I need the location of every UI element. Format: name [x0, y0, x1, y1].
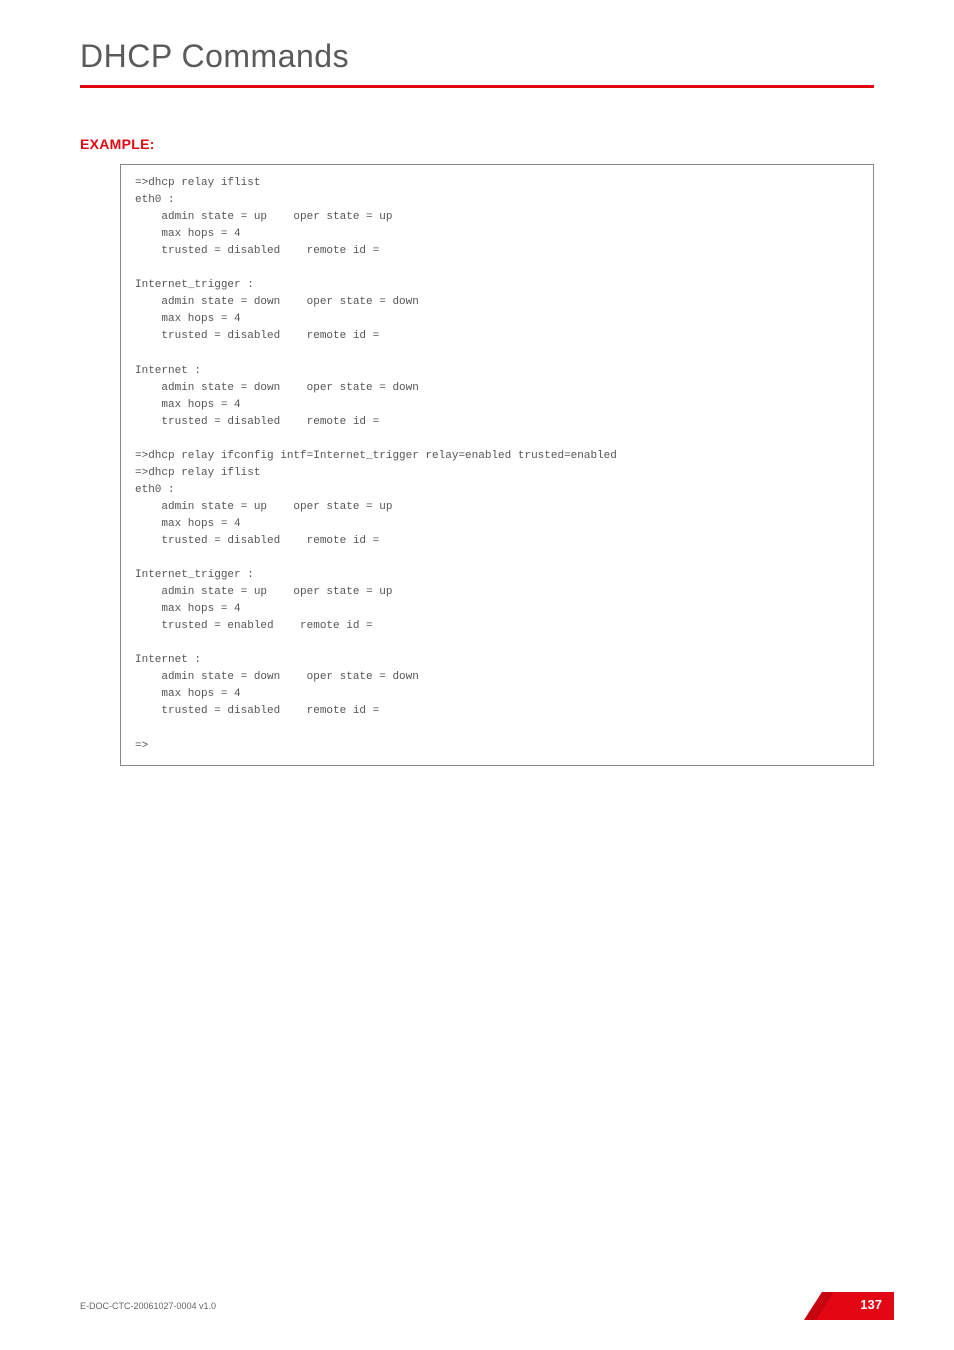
footer: E-DOC-CTC-20061027-0004 v1.0 137 — [80, 1292, 894, 1320]
page-number-badge: 137 — [804, 1292, 894, 1320]
page-number: 137 — [860, 1297, 882, 1312]
footer-doc-id: E-DOC-CTC-20061027-0004 v1.0 — [80, 1301, 216, 1311]
code-example: =>dhcp relay iflist eth0 : admin state =… — [120, 164, 874, 766]
example-heading: EXAMPLE: — [0, 88, 954, 152]
page-title: DHCP Commands — [0, 0, 954, 75]
